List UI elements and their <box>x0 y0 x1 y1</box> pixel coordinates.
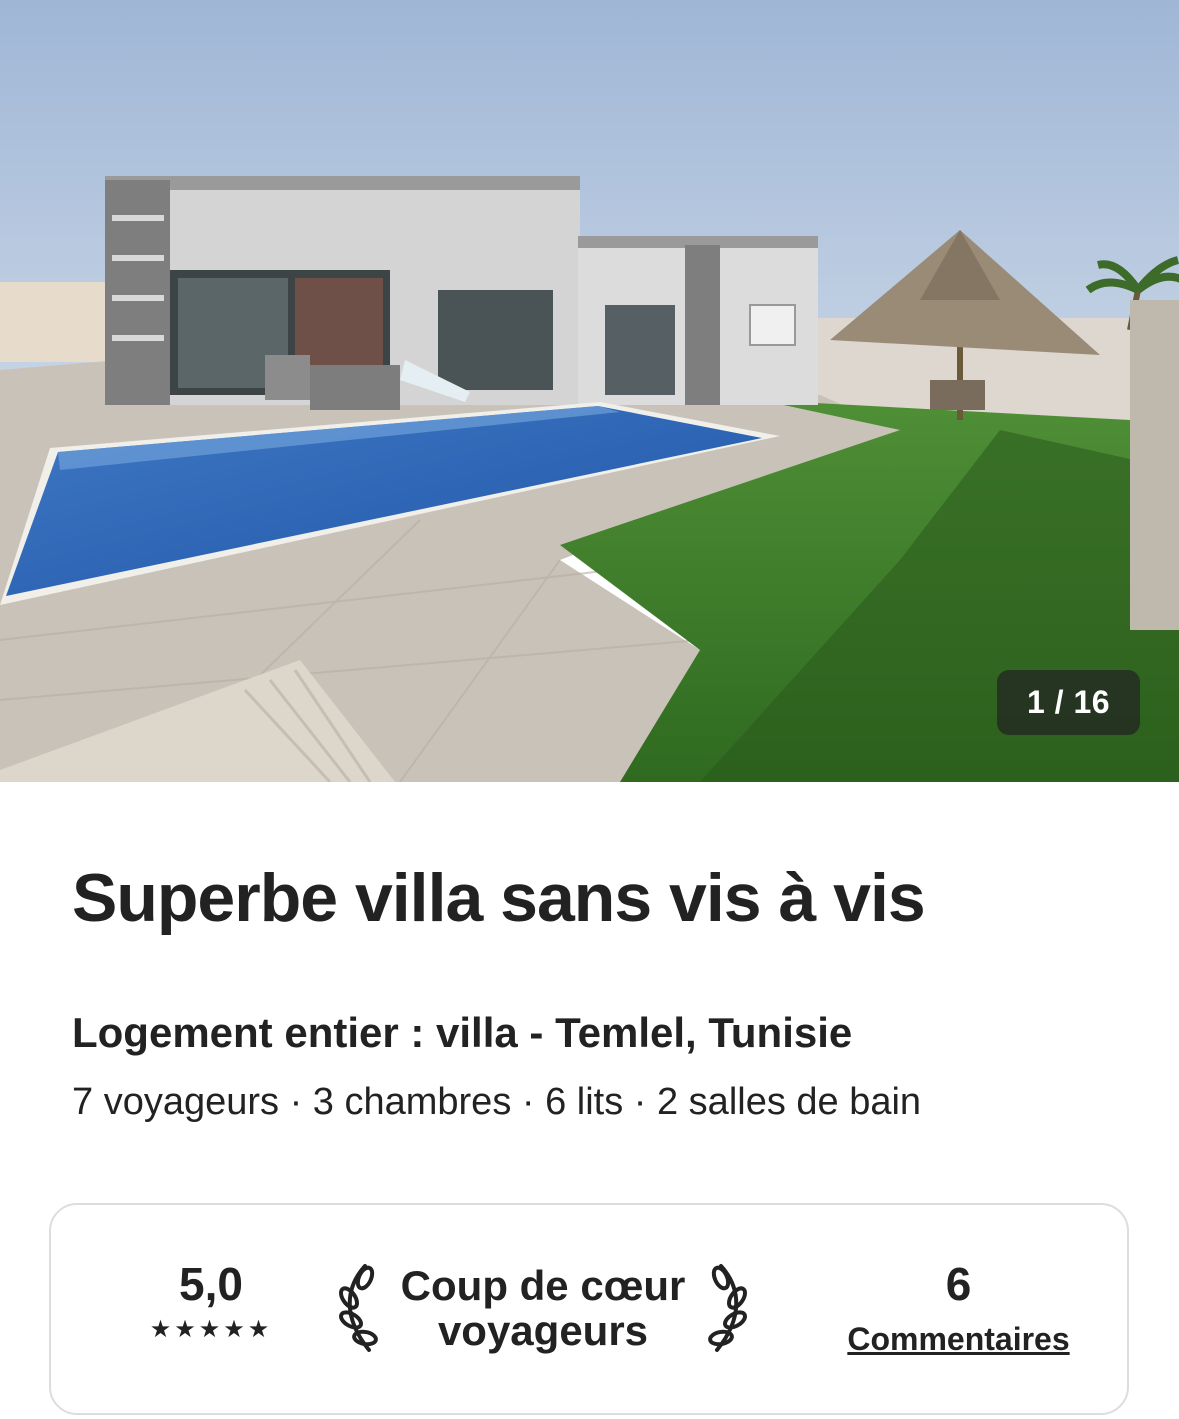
badge-line-2: voyageurs <box>437 1307 649 1354</box>
highlights-card: 5,0 ★★★★★ Coup de cœur voyageurs 6 Comme… <box>49 1203 1129 1415</box>
listing-photo[interactable] <box>0 0 1179 782</box>
laurel-right-icon <box>708 1264 748 1352</box>
laurel-left-icon <box>338 1264 378 1352</box>
badge-line-1: Coup de cœur <box>400 1261 686 1309</box>
rating-value: 5,0 <box>179 1258 243 1310</box>
listing-subtitle: Logement entier : villa - Temlel, Tunisi… <box>72 1009 853 1056</box>
star-rating: ★★★★★ <box>149 1316 273 1343</box>
rating-block: 5,0 ★★★★★ <box>131 1261 291 1344</box>
reviews-block[interactable]: 6 Commentaires <box>826 1261 1091 1358</box>
guest-favorite-badge: Coup de cœur voyageurs <box>313 1253 773 1363</box>
reviews-count: 6 <box>945 1258 972 1310</box>
reviews-link[interactable]: Commentaires <box>847 1321 1069 1358</box>
photo-counter: 1 / 16 <box>997 670 1140 735</box>
listing-title: Superbe villa sans vis à vis <box>72 860 926 936</box>
listing-details: 7 voyageurs · 3 chambres · 6 lits · 2 sa… <box>72 1081 922 1123</box>
villa-pool-illustration <box>0 0 1179 782</box>
